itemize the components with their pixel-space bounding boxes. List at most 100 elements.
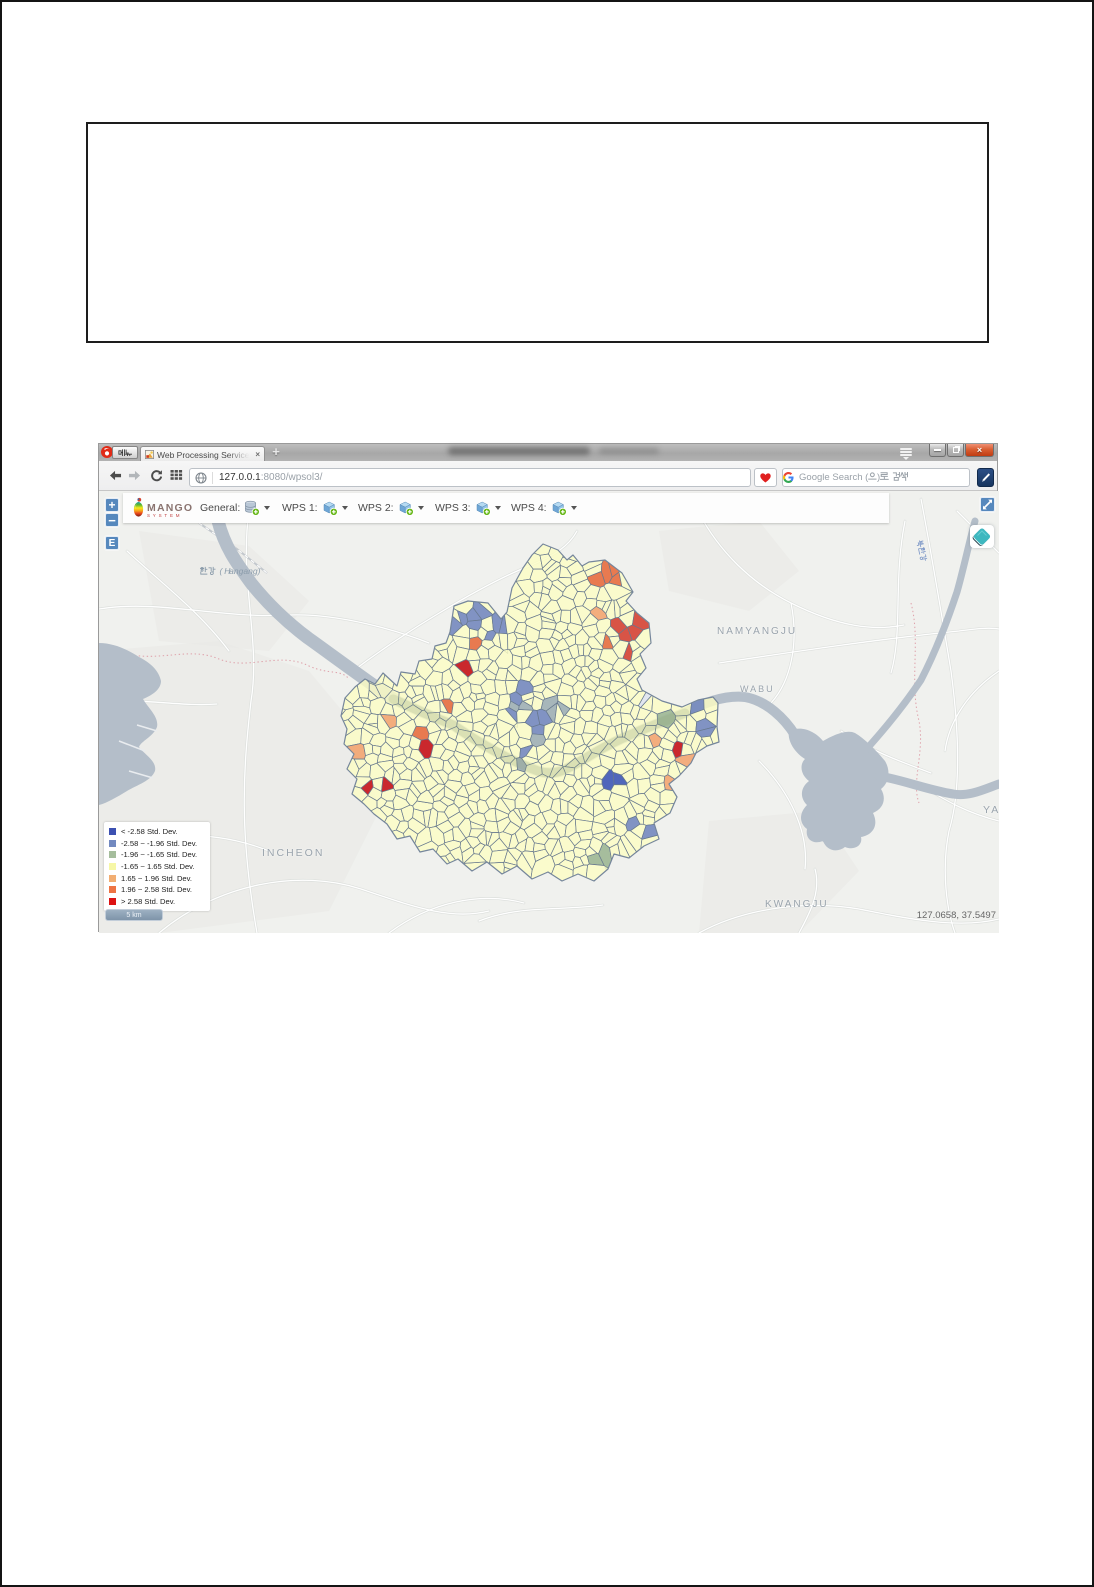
apps-grid-icon[interactable] <box>170 469 183 481</box>
google-g-icon <box>783 472 794 483</box>
menu-label: WPS 1: <box>282 502 318 514</box>
back-button-icon[interactable] <box>109 470 122 482</box>
legend-swatch <box>109 863 116 871</box>
legend-label: -2.58 ~ -1.96 Std. Dev. <box>121 838 198 848</box>
search-field[interactable]: Google Search () <box>782 468 970 487</box>
legend-label: -1.96 ~ -1.65 Std. Dev. <box>121 850 198 860</box>
legend-entry: 1.96 ~ 2.58 Std. Dev. <box>109 884 210 896</box>
cube-icon <box>323 501 338 516</box>
menu-label: WPS 4: <box>511 502 547 514</box>
zoom-in-button[interactable]: + <box>105 498 119 512</box>
browser-menu-label <box>118 448 133 457</box>
chevron-down-icon <box>417 506 424 510</box>
restore-icon <box>952 447 959 453</box>
browser-window: Web Processing Services × + × 127.0.0.1:… <box>98 443 999 933</box>
tab-favicon <box>145 450 154 459</box>
minimize-button[interactable] <box>929 444 946 457</box>
cube-icon <box>399 501 414 516</box>
new-tab-button[interactable]: + <box>269 445 283 458</box>
toolbar-menu-wps4[interactable]: WPS 4: <box>511 493 577 523</box>
legend-entry: -1.96 ~ -1.65 Std. Dev. <box>109 849 210 861</box>
legend-label: > 2.58 Std. Dev. <box>121 896 176 906</box>
background-window-smudge <box>448 447 590 455</box>
url-text: 127.0.0.1:8080/wpsol3/ <box>219 472 323 483</box>
map-place-label: YAN <box>983 804 999 816</box>
browser-tab[interactable]: Web Processing Services × <box>140 446 265 461</box>
app-toolbar: MANGO SYSTEM General: WPS 1: WPS 2: WPS 3: W… <box>123 493 889 523</box>
tab-close-icon[interactable]: × <box>255 450 260 459</box>
toolbar-menu-general[interactable]: General: <box>200 493 271 523</box>
quick-launch-button[interactable] <box>977 468 994 487</box>
document-page: Web Processing Services × + × 127.0.0.1:… <box>0 0 1094 1587</box>
edit-tool-button[interactable]: E <box>105 536 119 550</box>
minimize-icon <box>934 448 941 452</box>
cube-icon <box>552 501 567 516</box>
chevron-down-icon <box>264 506 271 510</box>
mango-brand: MANGO SYSTEM <box>133 497 193 518</box>
chevron-down-icon <box>570 506 577 510</box>
search-placeholder: Google Search () <box>799 472 909 483</box>
site-globe-icon <box>195 471 207 484</box>
legend-swatch <box>109 886 116 894</box>
map-place-label: INCHEON <box>262 847 324 859</box>
toolbar-menu-wps3[interactable]: WPS 3: <box>435 493 501 523</box>
legend-entry: -1.65 ~ 1.65 Std. Dev. <box>109 861 210 873</box>
mouse-coordinates: 127.0658, 37.5497 <box>916 910 996 921</box>
menu-label: WPS 3: <box>435 502 471 514</box>
legend-entry: > 2.58 Std. Dev. <box>109 896 210 908</box>
toolbar-menu-wps2[interactable]: WPS 2: <box>358 493 424 523</box>
cube-icon <box>476 501 491 516</box>
legend-entry: < -2.58 Std. Dev. <box>109 826 210 838</box>
window-menu-icon[interactable] <box>900 448 912 460</box>
legend-swatch <box>109 897 116 905</box>
base-map: NAMYANGJUWABUINCHEONKWANGJUYAN (Hangang) <box>99 491 999 933</box>
legend-label: < -2.58 Std. Dev. <box>121 827 178 837</box>
chevron-down-icon <box>341 506 348 510</box>
menu-label: General: <box>200 502 241 514</box>
browser-addressbar: 127.0.0.1:8080/wpsol3/ Google Search () <box>99 461 997 491</box>
fullscreen-button[interactable] <box>980 497 995 512</box>
browser-titlebar: Web Processing Services × + × <box>99 444 997 461</box>
legend-swatch <box>109 851 116 859</box>
chevron-down-icon <box>494 506 501 510</box>
map-viewport[interactable]: NAMYANGJUWABUINCHEONKWANGJUYAN (Hangang) <box>99 491 999 933</box>
legend-label: 1.96 ~ 2.58 Std. Dev. <box>121 885 192 895</box>
layer-switcher-button[interactable] <box>970 525 994 548</box>
close-icon: × <box>976 444 983 455</box>
empty-text-box <box>86 122 989 343</box>
mango-logo-icon <box>133 497 144 517</box>
bookmark-button[interactable] <box>754 468 777 487</box>
legend-swatch <box>109 874 116 882</box>
database-icon <box>245 500 261 516</box>
scale-bar: 5 km <box>105 909 163 921</box>
tab-title: Web Processing Services <box>157 450 251 460</box>
brand-subtitle: SYSTEM <box>147 513 183 518</box>
background-window-smudge-2 <box>599 448 659 454</box>
fullscreen-arrows-icon <box>983 499 992 510</box>
window-buttons: × <box>928 444 994 457</box>
url-separator <box>212 471 213 484</box>
restore-button[interactable] <box>947 444 964 457</box>
legend-entry: -2.58 ~ -1.96 Std. Dev. <box>109 838 210 850</box>
legend-swatch <box>109 839 116 847</box>
refresh-button-icon[interactable] <box>150 469 163 482</box>
pen-icon <box>981 473 990 482</box>
browser-menu-button[interactable] <box>112 446 138 459</box>
legend-label: -1.65 ~ 1.65 Std. Dev. <box>121 862 195 872</box>
map-place-label: KWANGJU <box>765 899 829 910</box>
heart-icon <box>760 472 771 482</box>
map-place-label: NAMYANGJU <box>717 626 797 637</box>
zoom-out-button[interactable]: − <box>105 513 119 528</box>
forward-button-icon[interactable] <box>128 470 141 482</box>
legend-panel: < -2.58 Std. Dev. -2.58 ~ -1.96 Std. Dev.… <box>104 822 210 911</box>
map-svg: NAMYANGJUWABUINCHEONKWANGJUYAN (Hangang) <box>99 491 999 933</box>
legend-swatch <box>109 828 116 836</box>
close-button[interactable]: × <box>965 444 994 457</box>
legend-label: 1.65 ~ 1.96 Std. Dev. <box>121 873 192 883</box>
toolbar-menu-wps1[interactable]: WPS 1: <box>282 493 348 523</box>
layers-icon <box>972 528 991 546</box>
url-field[interactable]: 127.0.0.1:8080/wpsol3/ <box>189 468 751 487</box>
menu-label: WPS 2: <box>358 502 394 514</box>
map-place-label: WABU <box>740 684 775 694</box>
svg-text:): ) <box>257 566 261 576</box>
